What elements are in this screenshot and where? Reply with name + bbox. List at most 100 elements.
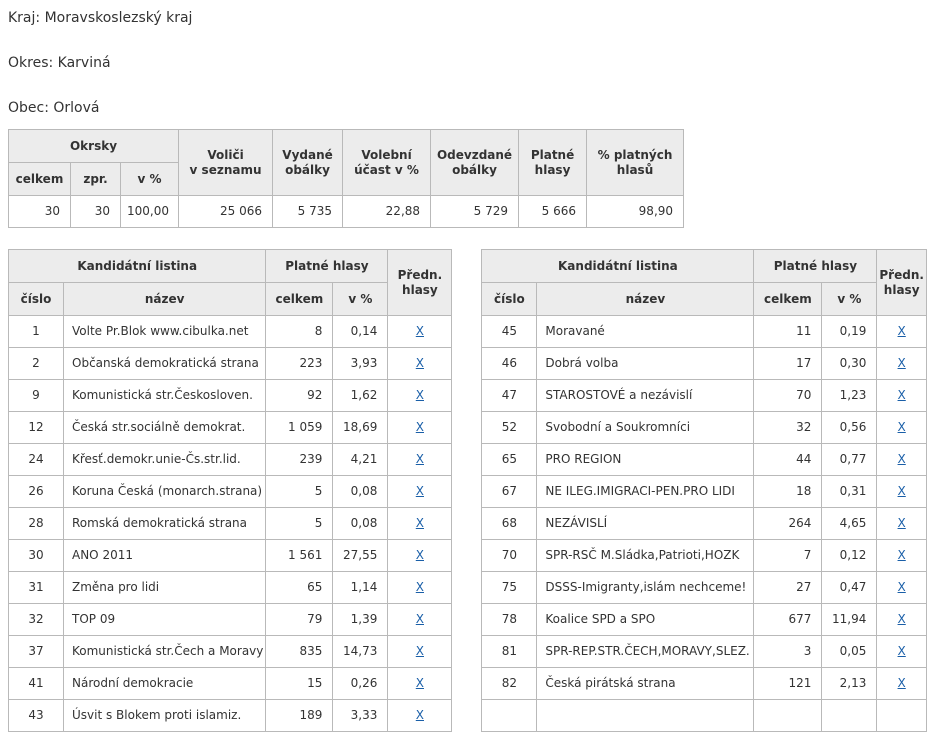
party-name-cell: DSSS-Imigranty,islám nechceme! <box>537 572 754 604</box>
summary-row: 30 30 100,00 25 066 5 735 22,88 5 729 5 … <box>9 196 684 228</box>
header-v-pct: v % <box>333 283 388 316</box>
candidate-rows-right: 45Moravané110,19X46Dobrá volba170,30X47S… <box>482 316 927 732</box>
pref-votes-cell: X <box>388 668 452 700</box>
party-votes-total-cell: 17 <box>754 348 822 380</box>
pref-votes-link[interactable]: X <box>416 708 424 722</box>
candidate-row: 41Národní demokracie150,26X <box>9 668 452 700</box>
candidate-row: 12Česká str.sociálně demokrat.1 05918,69… <box>9 412 452 444</box>
header-nazev: název <box>64 283 266 316</box>
pref-votes-link[interactable]: X <box>898 676 906 690</box>
pref-votes-link[interactable]: X <box>416 484 424 498</box>
party-votes-percent-cell: 4,65 <box>822 508 877 540</box>
pref-votes-cell: X <box>388 412 452 444</box>
header-okrsky-zpr: zpr. <box>71 163 121 196</box>
summary-table: Okrsky Voliči v seznamu Vydané obálky Vo… <box>8 129 684 228</box>
candidate-row: 81SPR-REP.STR.ČECH,MORAVY,SLEZ.30,05X <box>482 636 927 668</box>
party-votes-total-cell: 70 <box>754 380 822 412</box>
pref-votes-link[interactable]: X <box>898 484 906 498</box>
party-number-cell: 81 <box>482 636 537 668</box>
party-name-cell: Koalice SPD a SPO <box>537 604 754 636</box>
pref-votes-link[interactable]: X <box>898 356 906 370</box>
party-name-cell: TOP 09 <box>64 604 266 636</box>
pref-votes-link[interactable]: X <box>416 388 424 402</box>
party-number-cell: 52 <box>482 412 537 444</box>
pref-votes-link[interactable]: X <box>898 452 906 466</box>
header-vydane-obalky: Vydané obálky <box>273 130 343 196</box>
header-volici-v-seznamu: Voliči v seznamu <box>179 130 273 196</box>
party-votes-percent-cell: 1,14 <box>333 572 388 604</box>
party-name-cell: Moravané <box>537 316 754 348</box>
pref-votes-cell: X <box>877 476 927 508</box>
pref-votes-link[interactable]: X <box>898 324 906 338</box>
candidate-row: 24Křesť.demokr.unie-Čs.str.lid.2394,21X <box>9 444 452 476</box>
party-votes-percent-cell: 4,21 <box>333 444 388 476</box>
header-predn-hlasy: Předn. hlasy <box>877 250 927 316</box>
party-number-cell: 9 <box>9 380 64 412</box>
party-votes-percent-cell: 1,62 <box>333 380 388 412</box>
pref-votes-link[interactable]: X <box>416 612 424 626</box>
pref-votes-link[interactable]: X <box>416 644 424 658</box>
pref-votes-link[interactable]: X <box>898 388 906 402</box>
header-platne-hlasy: Platné hlasy <box>519 130 587 196</box>
header-kandidatni-listina: Kandidátní listina <box>482 250 754 283</box>
party-votes-total-cell: 44 <box>754 444 822 476</box>
pref-votes-link[interactable]: X <box>898 420 906 434</box>
candidate-row: 52Svobodní a Soukromníci320,56X <box>482 412 927 444</box>
party-name-cell: Romská demokratická strana <box>64 508 266 540</box>
pref-votes-link[interactable]: X <box>416 420 424 434</box>
party-name-cell: Změna pro lidi <box>64 572 266 604</box>
pref-votes-link[interactable]: X <box>898 644 906 658</box>
pref-votes-cell: X <box>388 380 452 412</box>
pref-votes-link[interactable]: X <box>416 548 424 562</box>
candidate-row: 26Koruna Česká (monarch.strana)50,08X <box>9 476 452 508</box>
candidate-row: 1Volte Pr.Blok www.cibulka.net80,14X <box>9 316 452 348</box>
pref-votes-link[interactable]: X <box>898 548 906 562</box>
party-votes-percent-cell <box>822 700 877 732</box>
candidate-row: 9Komunistická str.Českosloven.921,62X <box>9 380 452 412</box>
party-votes-total-cell: 11 <box>754 316 822 348</box>
party-number-cell: 41 <box>9 668 64 700</box>
pref-votes-link[interactable]: X <box>416 516 424 530</box>
pref-votes-link[interactable]: X <box>898 516 906 530</box>
party-votes-total-cell: 92 <box>266 380 333 412</box>
header-nazev: název <box>537 283 754 316</box>
party-name-cell: NEZÁVISLÍ <box>537 508 754 540</box>
party-name-cell: Občanská demokratická strana <box>64 348 266 380</box>
header-volebni-ucast: Volební účast v % <box>343 130 431 196</box>
pref-votes-cell: X <box>388 572 452 604</box>
candidate-row: 28Romská demokratická strana50,08X <box>9 508 452 540</box>
pref-votes-cell: X <box>388 348 452 380</box>
municipality-line: Obec: Orlová <box>8 100 940 117</box>
candidate-row: 67NE ILEG.IMIGRACI-PEN.PRO LIDI180,31X <box>482 476 927 508</box>
header-odevzdane-obalky: Odevzdané obálky <box>431 130 519 196</box>
party-number-cell: 68 <box>482 508 537 540</box>
pref-votes-link[interactable]: X <box>416 676 424 690</box>
pref-votes-cell: X <box>388 476 452 508</box>
pref-votes-link[interactable]: X <box>416 452 424 466</box>
pref-votes-link[interactable]: X <box>898 612 906 626</box>
party-votes-percent-cell: 0,31 <box>822 476 877 508</box>
pref-votes-link[interactable]: X <box>898 580 906 594</box>
candidate-row: 31Změna pro lidi651,14X <box>9 572 452 604</box>
pref-votes-link[interactable]: X <box>416 580 424 594</box>
pref-votes-cell: X <box>877 444 927 476</box>
pref-votes-link[interactable]: X <box>416 356 424 370</box>
pref-votes-cell: X <box>388 316 452 348</box>
header-cislo: číslo <box>9 283 64 316</box>
pref-votes-cell: X <box>877 508 927 540</box>
party-number-cell: 47 <box>482 380 537 412</box>
pref-votes-cell: X <box>877 668 927 700</box>
candidate-row: 75DSSS-Imigranty,islám nechceme!270,47X <box>482 572 927 604</box>
candidate-row: 43Úsvit s Blokem proti islamiz.1893,33X <box>9 700 452 732</box>
party-votes-total-cell: 677 <box>754 604 822 636</box>
party-votes-percent-cell: 11,94 <box>822 604 877 636</box>
party-name-cell: Volte Pr.Blok www.cibulka.net <box>64 316 266 348</box>
party-votes-percent-cell: 0,26 <box>333 668 388 700</box>
header-platne-hlasy-group: Platné hlasy <box>754 250 877 283</box>
pref-votes-cell: X <box>877 348 927 380</box>
pref-votes-link[interactable]: X <box>416 324 424 338</box>
party-votes-percent-cell: 1,39 <box>333 604 388 636</box>
pct-platnych-hlasu-value: 98,90 <box>587 196 684 228</box>
pref-votes-cell: X <box>388 604 452 636</box>
party-votes-percent-cell: 0,12 <box>822 540 877 572</box>
